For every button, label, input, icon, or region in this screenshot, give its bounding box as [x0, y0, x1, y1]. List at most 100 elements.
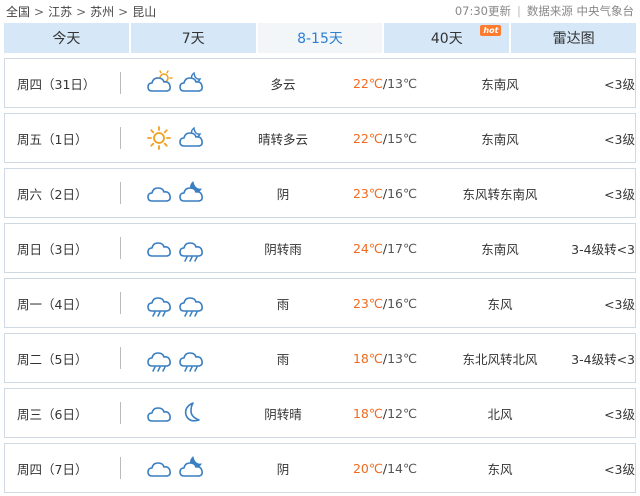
tab-label: 40天 [430, 31, 463, 47]
tab-40days[interactable]: 40天 hot [384, 23, 512, 53]
wind-level-text: <3级 [604, 131, 635, 147]
weather-description: 多云 [270, 76, 296, 92]
breadcrumb-current: 昆山 [132, 5, 157, 19]
wind-level-text: <3级 [604, 461, 635, 477]
forecast-row: 周一（4日） 雨 23℃/16℃ 东风 <3级 [4, 278, 636, 328]
partly-cloudy-icon [147, 70, 173, 92]
wind-level-text: 3-4级转<3 [571, 241, 635, 257]
wind-direction: 东南风 [481, 131, 519, 147]
forecast-day: 周日（3日） [17, 241, 88, 257]
breadcrumb-country[interactable]: 全国 [6, 5, 30, 19]
tab-radar[interactable]: 雷达图 [511, 23, 636, 53]
temp-high: 18℃ [352, 405, 383, 421]
tab-label: 7天 [181, 31, 205, 47]
forecast-day: 周五（1日） [17, 131, 88, 147]
row-divider [120, 237, 121, 259]
temp-low: 15℃ [387, 130, 418, 146]
wind-level: <3级 [557, 444, 635, 492]
wind-level-text: <3级 [604, 406, 635, 422]
weather-description: 阴 [276, 461, 290, 477]
tab-label: 雷达图 [552, 31, 595, 47]
row-divider [120, 292, 121, 314]
breadcrumb-province[interactable]: 江苏 [48, 5, 72, 19]
temp-low: 13℃ [387, 75, 418, 91]
forecast-row: 周四（7日） 阴 20℃/14℃ 东风 <3级 [4, 443, 636, 493]
cloudy-night-icon [179, 71, 203, 92]
wind-level: 3-4级转<3 [557, 224, 635, 272]
cloudy-moon-icon [179, 181, 203, 202]
breadcrumb-separator: > [34, 5, 45, 19]
overcast-icon [147, 407, 171, 422]
overcast-icon [147, 187, 171, 202]
forecast-list: 周四（31日） 多云 22℃/13℃ 东南风 <3级 周五（1日） 晴转多云 22℃/15℃ 东… [4, 58, 636, 496]
temp-high: 23℃ [352, 185, 383, 201]
wind-level: <3级 [557, 389, 635, 437]
forecast-day: 周一（4日） [17, 296, 88, 312]
weather-icons [145, 224, 209, 272]
breadcrumb-city[interactable]: 苏州 [90, 5, 114, 19]
rain-icon [179, 352, 203, 372]
sunny-icon [147, 126, 171, 150]
temperature: 18℃/12℃ [345, 389, 425, 437]
wind-level: 3-4级转<3 [557, 334, 635, 382]
wind-level-text: <3级 [604, 76, 635, 92]
temperature: 20℃/14℃ [345, 444, 425, 492]
forecast-day: 周三（6日） [17, 406, 88, 422]
temp-high: 23℃ [352, 295, 383, 311]
weather-icons [145, 389, 209, 437]
forecast-row: 周三（6日） 阴转晴 18℃/12℃ 北风 <3级 [4, 388, 636, 438]
row-divider [120, 127, 121, 149]
tab-7days[interactable]: 7天 [130, 23, 258, 53]
tab-8-15days[interactable]: 8-15天 [257, 23, 385, 53]
weather-icons [145, 114, 209, 162]
forecast-day: 周四（7日） [17, 461, 88, 477]
weather-icons [145, 279, 209, 327]
temperature: 24℃/17℃ [345, 224, 425, 272]
weather-description: 晴转多云 [257, 131, 308, 147]
wind-level: <3级 [557, 59, 635, 107]
overcast-icon [147, 462, 171, 477]
temp-high: 22℃ [352, 75, 383, 91]
wind-direction: 东南风 [481, 241, 519, 257]
temperature: 23℃/16℃ [345, 169, 425, 217]
divider: | [516, 4, 521, 18]
temp-low: 17℃ [387, 240, 418, 256]
weather-icons [145, 169, 209, 217]
wind-level-text: <3级 [604, 296, 635, 312]
row-divider [120, 182, 121, 204]
weather-description: 阴转晴 [264, 406, 302, 422]
row-divider [120, 72, 121, 94]
wind-level: <3级 [557, 279, 635, 327]
temp-low: 14℃ [387, 460, 418, 476]
row-divider [120, 402, 121, 424]
weather-description: 雨 [276, 296, 290, 312]
cloudy-night-icon [179, 126, 203, 147]
weather-icons [145, 444, 209, 492]
tab-today[interactable]: 今天 [4, 23, 131, 53]
rain-icon [147, 297, 171, 317]
temp-high: 24℃ [352, 240, 383, 256]
wind-direction: 北风 [487, 406, 513, 422]
temperature: 22℃/15℃ [345, 114, 425, 162]
update-time: 07:30更新 [454, 4, 511, 18]
wind-level: <3级 [557, 114, 635, 162]
wind-level-text: <3级 [604, 186, 635, 202]
wind-direction: 东风转东南风 [462, 186, 538, 202]
breadcrumb-separator: > [118, 5, 129, 19]
forecast-row: 周六（2日） 阴 23℃/16℃ 东风转东南风 <3级 [4, 168, 636, 218]
wind-direction: 东风 [487, 461, 513, 477]
weather-icons [145, 59, 209, 107]
tab-label: 今天 [52, 31, 81, 47]
overcast-icon [147, 242, 171, 257]
temp-high: 22℃ [352, 130, 383, 146]
temperature: 18℃/13℃ [345, 334, 425, 382]
forecast-tabs: 今天 7天 8-15天 40天 hot 雷达图 [4, 23, 636, 53]
wind-level-text: 3-4级转<3 [571, 351, 635, 367]
weather-icons [145, 334, 209, 382]
wind-direction: 东风 [487, 296, 513, 312]
temp-high: 18℃ [352, 350, 383, 366]
data-source: 数据来源 中央气象台 [526, 4, 634, 18]
breadcrumb-separator: > [76, 5, 87, 19]
cloudy-moon-icon [179, 456, 203, 477]
wind-direction: 东南风 [481, 76, 519, 92]
